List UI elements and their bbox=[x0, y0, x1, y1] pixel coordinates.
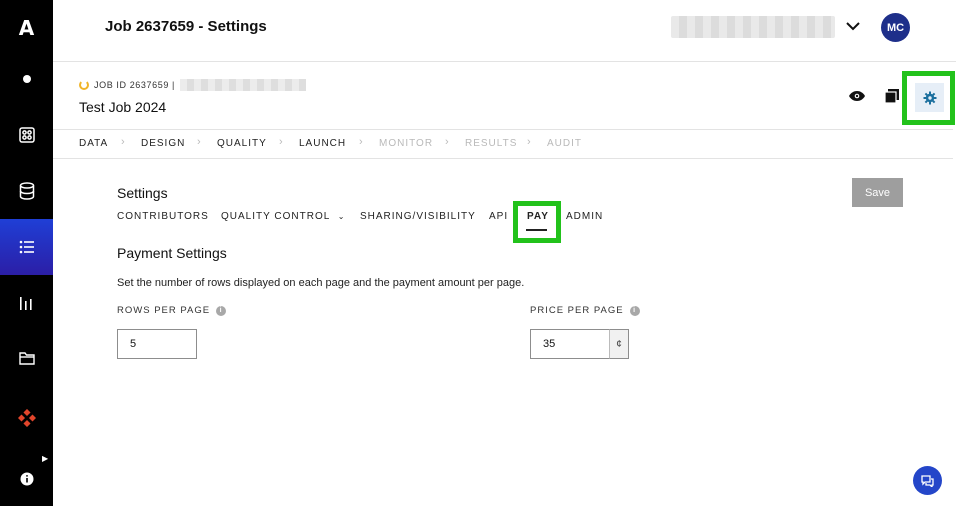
tab-sharing-visibility[interactable]: SHARING/VISIBILITY bbox=[360, 211, 476, 222]
gear-icon bbox=[923, 91, 936, 104]
payment-settings-title: Payment Settings bbox=[117, 245, 227, 261]
settings-button-highlight bbox=[902, 71, 955, 125]
copy-icon bbox=[884, 89, 899, 104]
copy-button[interactable] bbox=[880, 84, 904, 108]
sidebar-item-integrations[interactable] bbox=[0, 390, 53, 446]
active-tab-indicator bbox=[526, 229, 547, 231]
tab-pay[interactable]: PAY bbox=[527, 211, 549, 222]
avatar[interactable]: MC bbox=[881, 13, 910, 42]
pay-tab-highlight bbox=[513, 201, 561, 243]
workflow-steps: DATA › DESIGN › QUALITY › LAUNCH › MONIT… bbox=[53, 129, 953, 159]
info-icon[interactable]: i bbox=[629, 305, 640, 316]
job-name: Test Job 2024 bbox=[79, 99, 167, 115]
step-monitor: MONITOR bbox=[379, 138, 434, 149]
database-icon bbox=[19, 182, 34, 200]
team-switcher[interactable] bbox=[671, 16, 835, 38]
step-results: RESULTS bbox=[465, 138, 518, 149]
step-design[interactable]: DESIGN bbox=[141, 138, 185, 149]
price-per-page-label: PRICE PER PAGE i bbox=[530, 305, 640, 316]
chat-button[interactable] bbox=[913, 466, 942, 495]
sidebar-item-folders[interactable] bbox=[0, 330, 53, 386]
logo[interactable]: A bbox=[0, 0, 53, 56]
cents-suffix: ¢ bbox=[609, 329, 629, 359]
job-id-label: JOB ID 2637659 | bbox=[94, 80, 175, 90]
job-meta: JOB ID 2637659 | bbox=[79, 79, 306, 91]
chat-icon bbox=[921, 474, 934, 487]
eye-icon bbox=[849, 91, 865, 101]
chevron-right-icon: › bbox=[445, 136, 449, 148]
tab-quality-control-label: QUALITY CONTROL bbox=[221, 211, 330, 222]
tab-contributors[interactable]: CONTRIBUTORS bbox=[117, 211, 209, 222]
status-spinner-icon bbox=[79, 80, 89, 90]
tab-admin[interactable]: ADMIN bbox=[566, 211, 603, 222]
rows-per-page-label-text: ROWS PER PAGE bbox=[117, 305, 211, 316]
tab-api[interactable]: API bbox=[489, 211, 508, 222]
sidebar-item-data[interactable] bbox=[0, 163, 53, 219]
step-quality[interactable]: QUALITY bbox=[217, 138, 267, 149]
logo-letter: A bbox=[18, 16, 35, 40]
sidebar: A ▶ bbox=[0, 0, 53, 506]
chevron-down-icon: ⌄ bbox=[337, 212, 346, 221]
folder-icon bbox=[18, 352, 35, 365]
preview-button[interactable] bbox=[845, 84, 869, 108]
tab-quality-control[interactable]: QUALITY CONTROL ⌄ bbox=[221, 211, 345, 222]
grid-icon bbox=[18, 127, 35, 143]
sidebar-expand-icon[interactable]: ▶ bbox=[42, 454, 48, 463]
page-title: Job 2637659 - Settings bbox=[105, 18, 267, 35]
price-per-page-label-text: PRICE PER PAGE bbox=[530, 305, 624, 316]
job-owner bbox=[179, 79, 306, 91]
rows-per-page-input[interactable]: 5 bbox=[117, 329, 197, 359]
settings-title: Settings bbox=[117, 185, 168, 201]
top-bar: Job 2637659 - Settings MC bbox=[53, 0, 956, 62]
chevron-right-icon: › bbox=[279, 136, 283, 148]
list-icon bbox=[19, 240, 34, 254]
sidebar-item-analytics[interactable] bbox=[0, 275, 53, 331]
settings-button[interactable] bbox=[915, 83, 944, 112]
chevron-right-icon: › bbox=[197, 136, 201, 148]
sidebar-item-home[interactable] bbox=[0, 51, 53, 107]
step-launch[interactable]: LAUNCH bbox=[299, 138, 346, 149]
chevron-right-icon: › bbox=[359, 136, 363, 148]
save-button[interactable]: Save bbox=[852, 178, 903, 207]
info-icon bbox=[20, 472, 33, 486]
bar-chart-icon bbox=[19, 297, 32, 310]
sidebar-item-jobs[interactable] bbox=[0, 107, 53, 163]
diamond-icon bbox=[17, 409, 36, 427]
chevron-down-icon[interactable] bbox=[843, 16, 863, 36]
price-per-page-input[interactable]: 35 bbox=[530, 329, 610, 359]
sidebar-item-tasks[interactable] bbox=[0, 219, 53, 275]
payment-settings-description: Set the number of rows displayed on each… bbox=[117, 277, 525, 289]
step-audit: AUDIT bbox=[547, 138, 582, 149]
info-icon[interactable]: i bbox=[216, 305, 227, 316]
step-data[interactable]: DATA bbox=[79, 138, 108, 149]
chevron-right-icon: › bbox=[121, 136, 125, 148]
dot-icon bbox=[22, 75, 31, 83]
chevron-right-icon: › bbox=[527, 136, 531, 148]
rows-per-page-label: ROWS PER PAGE i bbox=[117, 305, 227, 316]
